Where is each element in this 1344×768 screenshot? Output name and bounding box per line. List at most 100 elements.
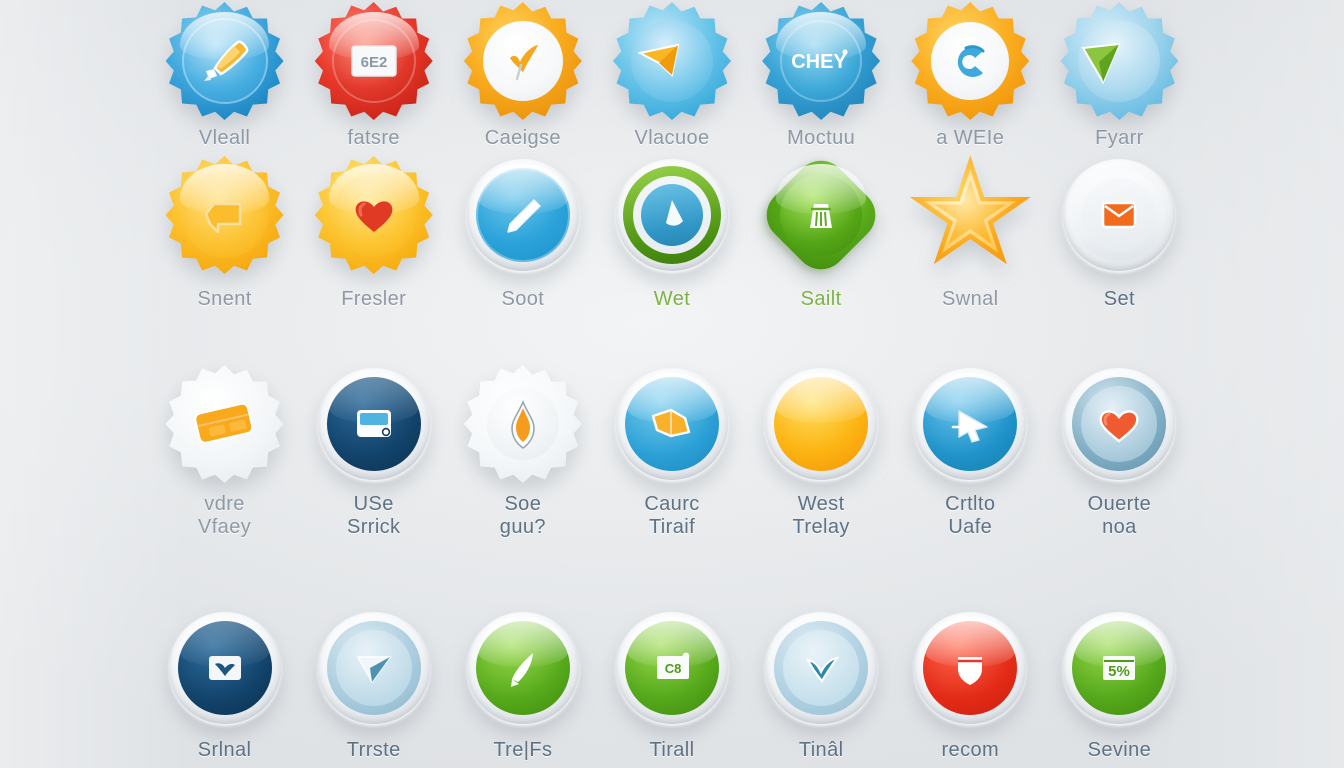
- icon-label: Caeigse: [484, 127, 561, 149]
- icon-cell[interactable]: Soot: [448, 150, 597, 355]
- icon-cell[interactable]: Ouerte noa: [1045, 355, 1194, 585]
- badge-fatsre[interactable]: 6E2: [314, 2, 433, 120]
- badge-caeigse[interactable]: [463, 2, 582, 120]
- shield-icon: [911, 609, 1029, 727]
- icon-cell[interactable]: Crtlto Uafe: [896, 355, 1045, 585]
- icon-label: USe Srrick: [346, 493, 401, 538]
- icon-label: Tinâl: [798, 739, 844, 761]
- icon-cell[interactable]: Trrste: [299, 585, 448, 768]
- badge-swnal[interactable]: [909, 155, 1031, 274]
- text-badge-icon: CHEY: [762, 4, 880, 118]
- swirl-icon: [911, 4, 1029, 118]
- icon-label: a WEIe: [936, 127, 1005, 149]
- badge-fyarr[interactable]: [1060, 2, 1179, 120]
- icon-label: Fyarr: [1095, 127, 1144, 149]
- icon-label: Ouerte noa: [1087, 493, 1152, 538]
- icon-cell[interactable]: Caurc Tiraif: [597, 355, 746, 585]
- icon-label: Vleall: [198, 127, 251, 149]
- flame-icon: [464, 365, 582, 483]
- badge-set[interactable]: [1060, 156, 1178, 274]
- icon-cell[interactable]: Vlacuoe: [597, 0, 746, 150]
- badge-moctuu[interactable]: CHEY: [762, 2, 881, 120]
- badge-sailt[interactable]: [756, 149, 887, 281]
- paper-plane-icon: [315, 609, 433, 727]
- badge-use-srrick[interactable]: [315, 365, 433, 483]
- badge-soe-guu[interactable]: [463, 365, 582, 483]
- send-arrow-icon: [613, 4, 731, 118]
- icon-label: recom: [941, 739, 1000, 761]
- icon-cell[interactable]: Fyarr: [1045, 0, 1194, 150]
- icon-cell[interactable]: Tre|Fs: [448, 585, 597, 768]
- icon-label: Soot: [501, 288, 545, 310]
- badge-srlnal[interactable]: [166, 609, 284, 727]
- icon-cell[interactable]: Sailt: [747, 149, 896, 355]
- badge-snent[interactable]: [165, 156, 284, 274]
- plain-circle: [762, 365, 880, 483]
- icon-cell[interactable]: vdre Vfaey: [150, 355, 299, 585]
- badge-soot[interactable]: [464, 156, 582, 274]
- icon-label: Set: [1103, 288, 1136, 310]
- check-clock-icon: [464, 4, 582, 118]
- icon-cell[interactable]: recom: [896, 585, 1045, 768]
- icon-cell[interactable]: Caeigse: [448, 0, 597, 150]
- icon-cell[interactable]: 5% Sevine: [1045, 585, 1194, 768]
- icon-cell[interactable]: 6E2 fatsre: [299, 0, 448, 150]
- checkmark-icon: [762, 609, 880, 727]
- badge-tinal[interactable]: [762, 609, 880, 727]
- rocket-icon: [166, 4, 284, 118]
- icon-cell[interactable]: USe Srrick: [299, 355, 448, 585]
- badge-wet[interactable]: [613, 156, 731, 274]
- icon-cell[interactable]: Tinâl: [747, 585, 896, 768]
- icon-cell[interactable]: Fresler: [299, 150, 448, 355]
- percent-tag-text: 5%: [1109, 663, 1131, 680]
- icon-cell[interactable]: C8 Tirall: [597, 585, 746, 768]
- icon-cell[interactable]: Vleall: [150, 0, 299, 150]
- badge-ouerte-noa[interactable]: [1060, 365, 1178, 483]
- icon-cell[interactable]: Srlnal: [150, 585, 299, 768]
- heart-icon: [1060, 365, 1178, 483]
- icon-cell[interactable]: CHEY Moctuu: [747, 0, 896, 150]
- icon-cell[interactable]: West Trelay: [747, 355, 896, 585]
- icon-cell[interactable]: Wet: [597, 150, 746, 355]
- icon-label: Srlnal: [197, 739, 252, 761]
- icon-cell[interactable]: a WEIe: [896, 0, 1045, 150]
- mail-envelope-icon: [1060, 156, 1178, 274]
- badge-sevine[interactable]: 5%: [1060, 609, 1178, 727]
- pie-wedge-icon: [613, 156, 731, 274]
- icon-label: West Trelay: [792, 493, 850, 538]
- folder-tag-text: C8: [665, 661, 682, 676]
- badge-vleall[interactable]: [165, 2, 284, 120]
- icon-cell[interactable]: Soe guu?: [448, 355, 597, 585]
- folder-tag-icon: C8: [613, 609, 731, 727]
- badge-tirall[interactable]: C8: [613, 609, 731, 727]
- icon-label: Sailt: [800, 288, 842, 310]
- badge-trelfs[interactable]: [464, 609, 582, 727]
- flag-banner-icon: [613, 365, 731, 483]
- icon-label: Wet: [653, 288, 691, 310]
- badge-recom[interactable]: [911, 609, 1029, 727]
- badge-a-wele[interactable]: [911, 2, 1030, 120]
- badge-crtlto-uafe[interactable]: [911, 365, 1029, 483]
- badge-caurc-tiraif[interactable]: [613, 365, 731, 483]
- icon-label: Fresler: [341, 288, 407, 310]
- icon-cell[interactable]: Snent: [150, 150, 299, 355]
- badge-vlacuoe[interactable]: [612, 2, 731, 120]
- heart-icon: [315, 156, 433, 274]
- icon-label: Vlacuoe: [634, 127, 710, 149]
- icon-cell[interactable]: Set: [1045, 150, 1194, 355]
- icon-label: Crtlto Uafe: [945, 493, 996, 538]
- badge-west-trelay[interactable]: [762, 365, 880, 483]
- pen-stroke-icon: [464, 156, 582, 274]
- badge-fresler[interactable]: [314, 156, 433, 274]
- green-cone-icon: [1060, 4, 1178, 118]
- icon-label: Soe guu?: [499, 493, 546, 538]
- cursor-arrow-icon: [911, 365, 1029, 483]
- leaf-quill-icon: [464, 609, 582, 727]
- window-icon: [315, 365, 433, 483]
- badge-vdre-vfaey[interactable]: [165, 365, 284, 483]
- icon-cell[interactable]: Swnal: [896, 150, 1045, 355]
- card-icon: 6E2: [315, 4, 433, 118]
- badge-trrste[interactable]: [315, 609, 433, 727]
- icon-grid: Vleall 6E2 fatsre Caeigse Vlacuoe CHEY M…: [0, 0, 1344, 768]
- icon-label: Snent: [197, 288, 252, 310]
